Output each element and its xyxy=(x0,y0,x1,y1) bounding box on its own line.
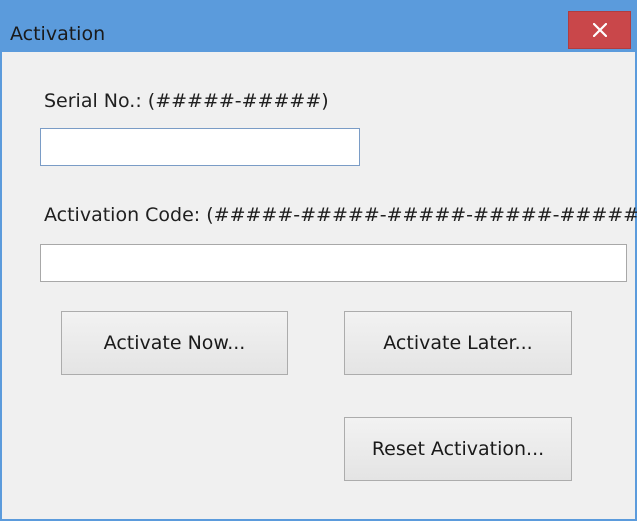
activation-code-label: Activation Code: (#####-#####-#####-####… xyxy=(44,204,637,226)
serial-label: Serial No.: (#####-#####) xyxy=(44,90,329,112)
activate-later-button[interactable]: Activate Later... xyxy=(344,311,572,375)
serial-input[interactable] xyxy=(40,128,360,166)
title-bar[interactable]: Activation xyxy=(2,0,635,52)
activation-code-input[interactable] xyxy=(40,244,627,282)
reset-activation-button[interactable]: Reset Activation... xyxy=(344,417,572,481)
close-button[interactable] xyxy=(568,11,631,49)
window-title: Activation xyxy=(10,23,106,45)
close-icon xyxy=(593,23,607,37)
activation-dialog: Activation Serial No.: (#####-#####) Act… xyxy=(0,0,637,521)
activate-now-button[interactable]: Activate Now... xyxy=(61,311,288,375)
